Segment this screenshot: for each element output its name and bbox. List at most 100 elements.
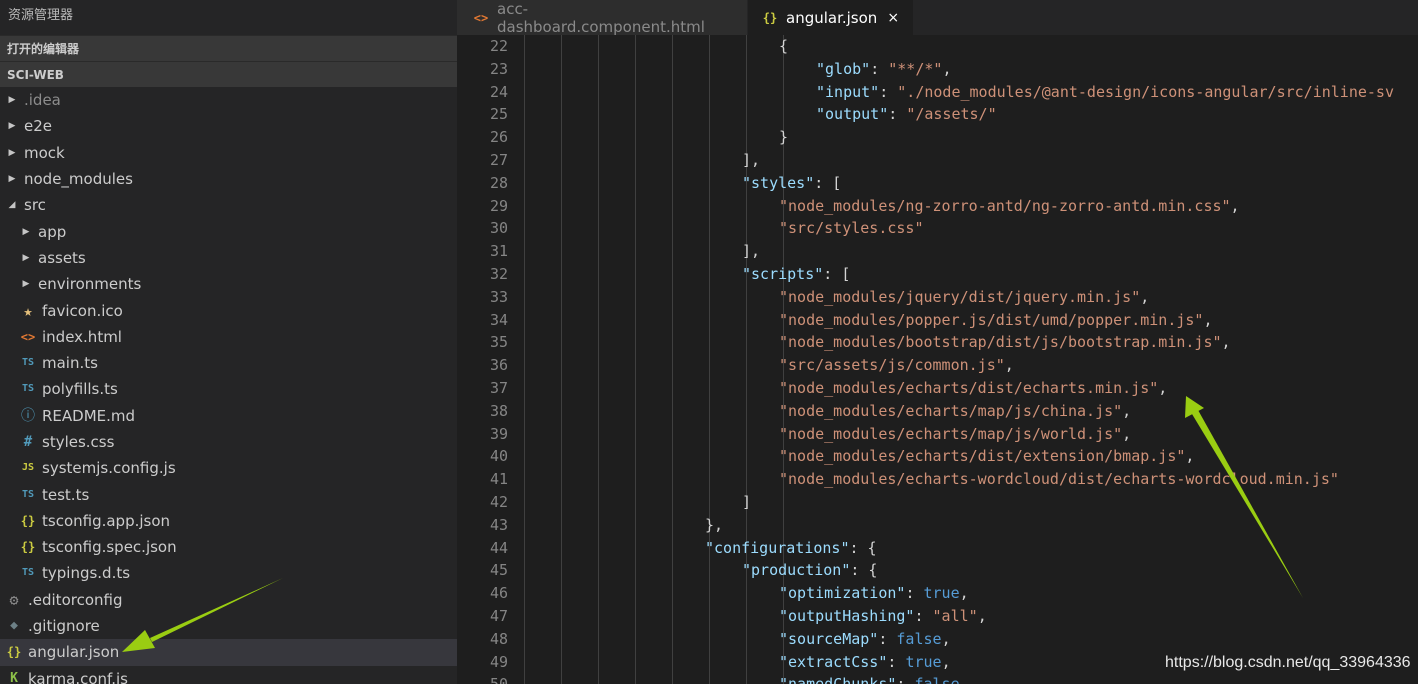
close-icon[interactable]: × bbox=[887, 10, 899, 26]
code-token: , bbox=[1122, 424, 1132, 443]
tree-item[interactable]: {} tsconfig.spec.json bbox=[0, 534, 457, 560]
line-number: 38 bbox=[489, 401, 508, 420]
code-token: , bbox=[1230, 196, 1240, 215]
tree-item-label: index.html bbox=[42, 327, 122, 346]
code-line: 42] bbox=[457, 491, 1418, 514]
chevron-down-icon: ◢ bbox=[8, 200, 16, 211]
code-line: 34 "node_modules/popper.js/dist/umd/poppe… bbox=[457, 309, 1418, 332]
code-line: 32 "scripts": [ bbox=[457, 263, 1418, 286]
project-section[interactable]: SCI-WEB bbox=[0, 61, 457, 87]
tree-item[interactable]: ▶ node_modules bbox=[0, 166, 457, 192]
json-file-icon: {} bbox=[20, 513, 36, 528]
code-text: "output": "/assets/" bbox=[816, 103, 997, 126]
tree-item-label: styles.css bbox=[42, 433, 115, 451]
code-line: 22 { bbox=[457, 35, 1418, 58]
line-number: 49 bbox=[489, 652, 508, 671]
code-token: "glob" bbox=[816, 59, 871, 78]
code-token: }, bbox=[705, 515, 724, 534]
code-token: , bbox=[941, 629, 951, 648]
code-token: , bbox=[977, 607, 987, 625]
code-token: "node_modules/echarts/dist/extension/bma… bbox=[779, 447, 1186, 466]
code-token: , bbox=[1140, 287, 1150, 306]
tree-item[interactable]: TS test.ts bbox=[0, 481, 457, 507]
tree-item[interactable]: TS main.ts bbox=[0, 350, 457, 376]
code-token: "node_modules/echarts/map/js/world.js" bbox=[779, 424, 1123, 443]
code-line: 40 "node_modules/echarts/dist/extension/b… bbox=[457, 445, 1418, 468]
code-token: : bbox=[888, 105, 907, 124]
open-editors-section[interactable]: 打开的编辑器 bbox=[0, 35, 457, 61]
tree-item-label: node_modules bbox=[24, 170, 133, 189]
tree-item[interactable]: ⓘ README.md bbox=[0, 403, 457, 429]
line-number: 28 bbox=[489, 173, 508, 192]
tab-label: angular.json bbox=[786, 8, 878, 27]
code-token: : bbox=[870, 59, 889, 78]
code-text: "extractCss": true, bbox=[779, 651, 951, 674]
tree-item[interactable]: ▶ assets bbox=[0, 245, 457, 271]
editor-tab[interactable]: {} angular.json × bbox=[748, 0, 915, 35]
chevron-right-icon: ▶ bbox=[22, 252, 30, 263]
tree-item[interactable]: JS systemjs.config.js bbox=[0, 455, 457, 481]
tab-label: acc-dashboard.component.html bbox=[497, 0, 705, 36]
code-token: "node_modules/popper.js/dist/umd/popper.… bbox=[779, 310, 1204, 329]
html-file-icon: <> bbox=[20, 329, 36, 344]
tree-item[interactable]: ▶ e2e bbox=[0, 113, 457, 139]
code-text: }, bbox=[705, 514, 723, 537]
chevron-right-icon: ▶ bbox=[8, 174, 16, 185]
code-token: , bbox=[942, 59, 952, 78]
line-number: 29 bbox=[489, 196, 508, 215]
line-number: 48 bbox=[489, 629, 508, 648]
tree-item-label: systemjs.config.js bbox=[42, 459, 176, 478]
tree-item[interactable]: ◆ .gitignore bbox=[0, 613, 457, 639]
tree-item[interactable]: ⚙ .editorconfig bbox=[0, 587, 457, 613]
code-token: "src/assets/js/common.js" bbox=[779, 356, 1005, 375]
code-line: 31], bbox=[457, 240, 1418, 263]
code-token: : [ bbox=[823, 265, 851, 283]
line-number: 30 bbox=[489, 219, 508, 238]
code-line: 37 "node_modules/echarts/dist/echarts.min… bbox=[457, 377, 1418, 400]
line-number: 33 bbox=[489, 287, 508, 306]
tree-item-label: favicon.ico bbox=[42, 301, 123, 320]
chevron-right-icon: ▶ bbox=[8, 95, 16, 106]
tree-item[interactable]: Kkarma.conf.js bbox=[0, 666, 457, 684]
tree-item[interactable]: ▶ mock bbox=[0, 140, 457, 166]
code-editor[interactable]: 22 {23 "glob": "**/*", 24 "input": "./node_m… bbox=[457, 35, 1418, 684]
code-text: "configurations": { bbox=[705, 537, 877, 560]
tree-item[interactable]: TS polyfills.ts bbox=[0, 376, 457, 402]
html-file-icon: <> bbox=[473, 10, 489, 25]
tree-item[interactable]: ▶ .idea bbox=[0, 87, 457, 113]
tree-item[interactable]: ▶ environments bbox=[0, 271, 457, 297]
code-line: 38 "node_modules/echarts/map/js/china.js"… bbox=[457, 400, 1418, 423]
line-number: 35 bbox=[489, 333, 508, 352]
line-number: 40 bbox=[489, 447, 508, 466]
code-line: 46 "optimization": true, bbox=[457, 582, 1418, 605]
chevron-right-icon: ▶ bbox=[22, 226, 30, 237]
tree-item-label: tsconfig.app.json bbox=[42, 511, 171, 530]
tree-item[interactable]: {} angular.json bbox=[0, 639, 457, 666]
line-number: 41 bbox=[489, 470, 508, 489]
json-file-icon: {} bbox=[20, 540, 36, 555]
tree-item-label: polyfills.ts bbox=[42, 380, 118, 399]
json-file-icon: {} bbox=[762, 10, 778, 25]
tree-item[interactable]: ▶ app bbox=[0, 218, 457, 244]
editor-tab[interactable]: <> acc-dashboard.component.html bbox=[457, 0, 748, 36]
line-number: 46 bbox=[489, 584, 508, 603]
code-token: "namedChunks" bbox=[779, 675, 896, 684]
code-text: ] bbox=[742, 491, 751, 514]
tree-item-label: main.ts bbox=[42, 354, 98, 373]
code-token: "node_modules/echarts/dist/echarts.min.j… bbox=[779, 379, 1159, 397]
tree-item[interactable]: <> index.html bbox=[0, 324, 457, 350]
tree-item[interactable]: {} tsconfig.app.json bbox=[0, 508, 457, 534]
tree-item[interactable]: TS typings.d.ts bbox=[0, 560, 457, 586]
code-token: } bbox=[779, 128, 789, 147]
tree-item[interactable]: ★ favicon.ico bbox=[0, 297, 457, 323]
explorer-sidebar: 资源管理器 打开的编辑器 SCI-WEB ▶ .idea ▶ e2e ▶ mock ▶ nod… bbox=[0, 0, 457, 684]
code-token: , bbox=[1185, 447, 1195, 466]
line-number: 26 bbox=[489, 128, 508, 147]
typescript-file-icon: TS bbox=[21, 357, 35, 369]
tree-item[interactable]: # styles.css bbox=[0, 429, 457, 455]
code-line: 28 "styles": [ bbox=[457, 172, 1418, 195]
tree-item-label: typings.d.ts bbox=[42, 564, 131, 583]
code-token: , bbox=[1158, 379, 1168, 397]
code-text: "node_modules/jquery/dist/jquery.min.js"… bbox=[779, 286, 1149, 309]
tree-item[interactable]: ◢ src bbox=[0, 192, 457, 218]
